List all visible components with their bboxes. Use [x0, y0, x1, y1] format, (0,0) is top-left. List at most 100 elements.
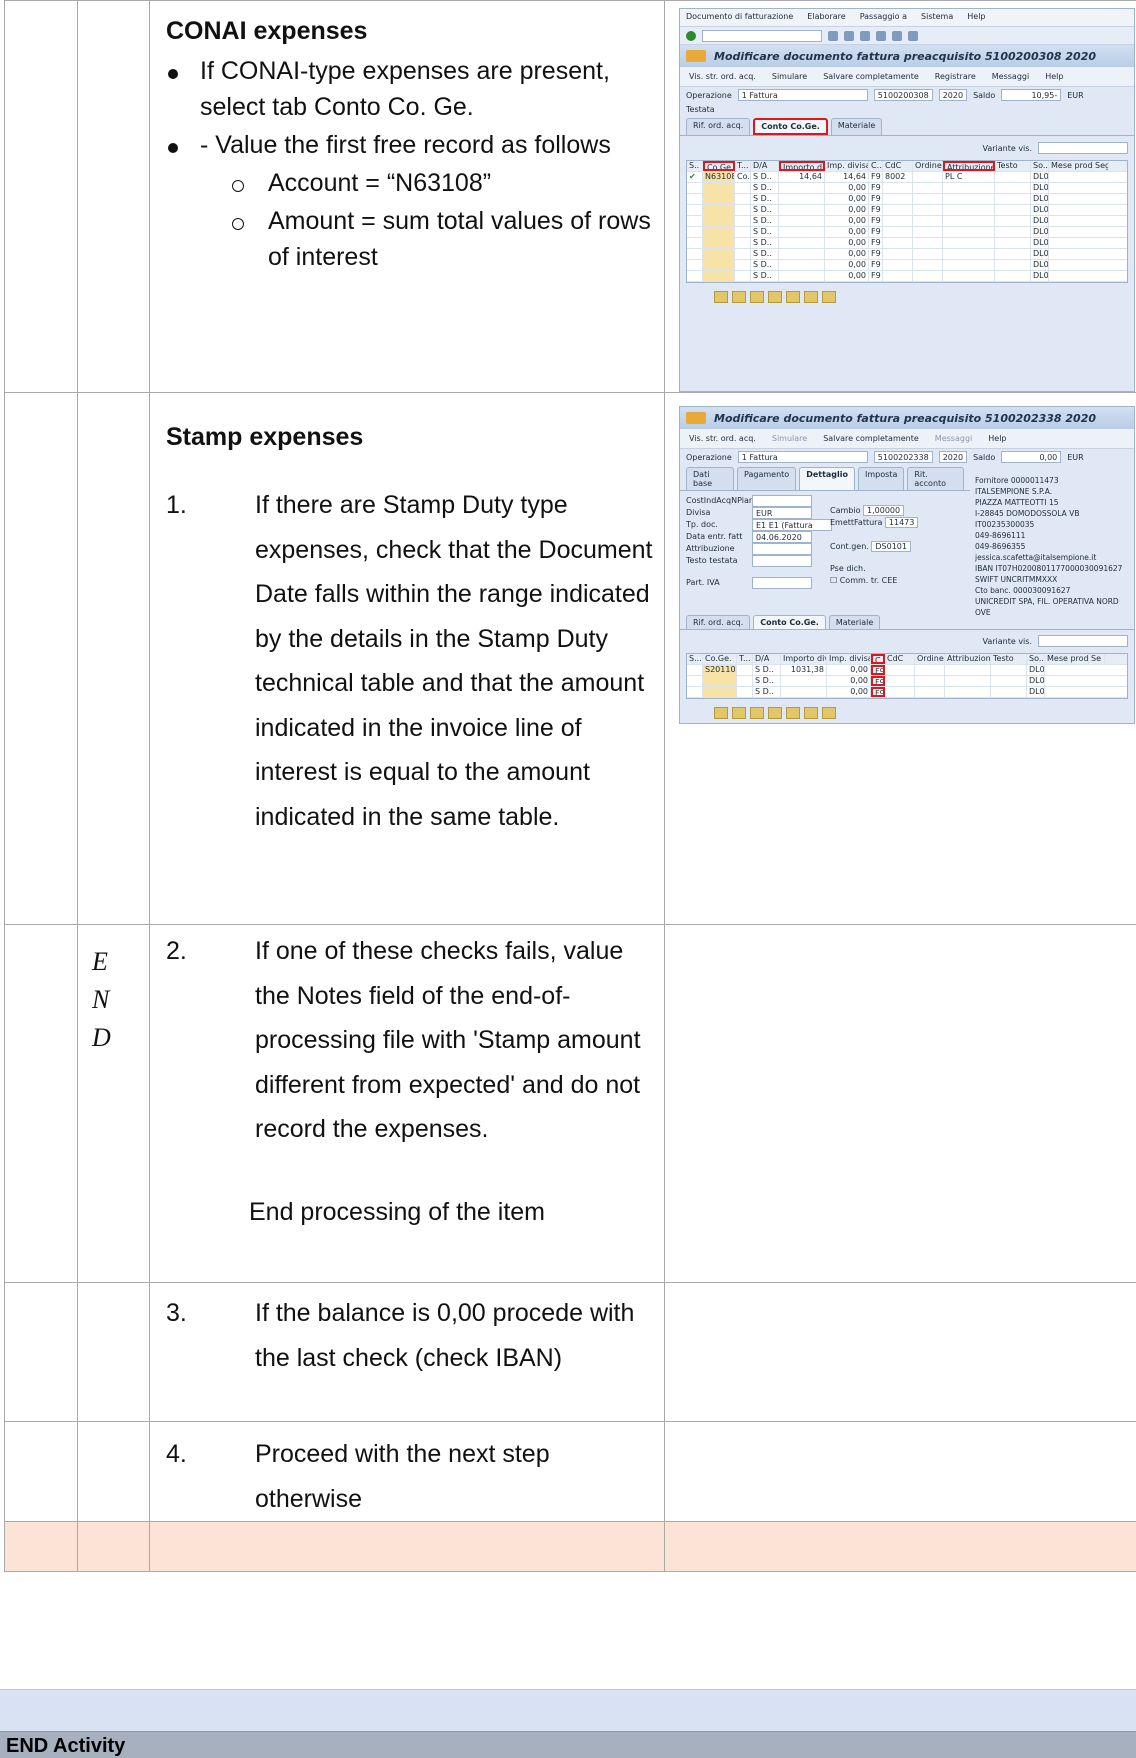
save-completely-button[interactable]: Salvare completamente [820, 433, 922, 444]
messages-button[interactable]: Messaggi [989, 71, 1032, 82]
menu-item[interactable]: Passaggio a [860, 12, 907, 23]
field-value[interactable] [752, 577, 812, 589]
grid-row[interactable]: S D.. 0,00F9 DL01 [687, 676, 1127, 687]
grid-cell[interactable] [883, 183, 913, 193]
grid-cell[interactable] [779, 216, 825, 226]
details-icon[interactable] [804, 291, 818, 303]
grid-row[interactable]: S D.. 0,00F9 DL01 [687, 227, 1127, 238]
help-button[interactable]: Help [985, 433, 1009, 444]
grid-cell[interactable] [885, 687, 915, 697]
grid-cell[interactable] [995, 216, 1031, 226]
grid-cell[interactable] [779, 227, 825, 237]
deselect-icon[interactable] [786, 291, 800, 303]
grid-cell[interactable] [995, 249, 1031, 259]
grid-cell[interactable] [991, 665, 1027, 675]
copy-row-icon[interactable] [750, 707, 764, 719]
grid-cell[interactable]: PL C [943, 172, 995, 182]
grid-cell[interactable] [991, 687, 1027, 697]
grid-cell[interactable]: S D.. [751, 227, 779, 237]
tab-po-reference[interactable]: Rif. ord. acq. [686, 118, 751, 135]
grid-cell[interactable] [883, 271, 913, 281]
grid-cell[interactable] [943, 249, 995, 259]
tab-tax[interactable]: Imposta [858, 467, 905, 490]
grid-cell[interactable] [995, 194, 1031, 204]
grid-cell[interactable] [781, 676, 827, 686]
grid-cell[interactable] [703, 249, 735, 259]
grid-cell[interactable]: DL01 [1027, 687, 1045, 697]
grid-cell[interactable] [781, 687, 827, 697]
grid-cell[interactable] [913, 249, 943, 259]
grid-cell[interactable] [779, 238, 825, 248]
grid-cell[interactable]: 14,64 [779, 172, 825, 182]
print-icon[interactable] [892, 30, 902, 41]
grid-cell[interactable]: DL01 [1031, 249, 1049, 259]
grid-cell[interactable] [883, 194, 913, 204]
save-completely-button[interactable]: Salvare completamente [820, 71, 922, 82]
grid-cell[interactable]: DL01 [1031, 194, 1049, 204]
tab-withholding[interactable]: Rit. acconto [907, 467, 964, 490]
grid-cell[interactable] [883, 227, 913, 237]
grid-row[interactable]: S D.. 0,00F9 DL01 [687, 183, 1127, 194]
grid-row[interactable]: ✔ N63108 Co.. S D.. 14,64 14,64 F9 8002 … [687, 172, 1127, 183]
grid-cell[interactable]: S D.. [751, 260, 779, 270]
grid-cell[interactable] [687, 227, 703, 237]
checkbox-icon[interactable]: ☐ [830, 576, 837, 585]
grid-cell[interactable]: DL01 [1031, 227, 1049, 237]
grid-cell[interactable] [913, 172, 943, 182]
grid-cell[interactable] [779, 271, 825, 281]
grid-cell[interactable] [703, 676, 737, 686]
grid-cell[interactable] [913, 183, 943, 193]
field-value[interactable] [752, 495, 812, 507]
grid-cell[interactable] [779, 249, 825, 259]
row-selector[interactable] [687, 665, 703, 675]
invoicing-party-field[interactable]: 11473 [884, 517, 919, 528]
grid-cell[interactable] [913, 194, 943, 204]
grid-cell[interactable] [737, 676, 753, 686]
grid-cell[interactable] [687, 249, 703, 259]
grid-cell[interactable] [913, 227, 943, 237]
grid-cell[interactable] [913, 271, 943, 281]
grid-cell[interactable] [995, 205, 1031, 215]
grid-cell[interactable] [737, 687, 753, 697]
vis-str-ord-button[interactable]: Vis. str. ord. acq. [686, 71, 759, 82]
field-value[interactable]: 04.06.2020 [752, 531, 812, 543]
grid-row[interactable]: S D.. 0,00F9 DL01 [687, 216, 1127, 227]
grid-cell[interactable] [991, 676, 1027, 686]
grid-cell[interactable] [885, 676, 915, 686]
grid-cell[interactable] [883, 249, 913, 259]
grid-cell[interactable] [703, 227, 735, 237]
grid-cell[interactable] [735, 205, 751, 215]
grid-cell[interactable] [943, 183, 995, 193]
select-all-icon[interactable] [768, 291, 782, 303]
grid-cell[interactable]: S D.. [751, 238, 779, 248]
grid-cell[interactable] [735, 238, 751, 248]
layout-field[interactable] [1038, 635, 1128, 647]
grid-cell[interactable]: 8002 [883, 172, 913, 182]
vis-str-ord-button[interactable]: Vis. str. ord. acq. [686, 433, 759, 444]
grid-cell[interactable]: S D.. [753, 676, 781, 686]
sort-icon[interactable] [822, 291, 836, 303]
grid-cell[interactable] [915, 687, 945, 697]
grid-cell[interactable]: S20110 [703, 665, 737, 675]
deselect-icon[interactable] [786, 707, 800, 719]
grid-cell[interactable] [995, 227, 1031, 237]
tab-material[interactable]: Materiale [830, 118, 883, 135]
grid-cell[interactable] [943, 227, 995, 237]
grid-cell[interactable] [703, 260, 735, 270]
grid-cell[interactable] [883, 260, 913, 270]
simulate-button[interactable]: Simulare [769, 433, 810, 444]
grid-cell[interactable] [687, 216, 703, 226]
simulate-button[interactable]: Simulare [769, 71, 810, 82]
grid-cell[interactable] [703, 687, 737, 697]
grid-cell[interactable]: DL01 [1031, 260, 1049, 270]
grid-cell[interactable]: S D.. [751, 172, 779, 182]
sort-icon[interactable] [822, 707, 836, 719]
grid-cell[interactable] [735, 227, 751, 237]
grid-cell[interactable] [913, 216, 943, 226]
grid-cell[interactable] [687, 260, 703, 270]
grid-row[interactable]: S20110 S D.. 1031,38 0,00 F9 DL01 [687, 665, 1127, 676]
field-value[interactable] [752, 555, 812, 567]
grid-cell[interactable]: S D.. [751, 249, 779, 259]
tab-payment[interactable]: Pagamento [737, 467, 797, 490]
grid-cell[interactable] [945, 676, 991, 686]
